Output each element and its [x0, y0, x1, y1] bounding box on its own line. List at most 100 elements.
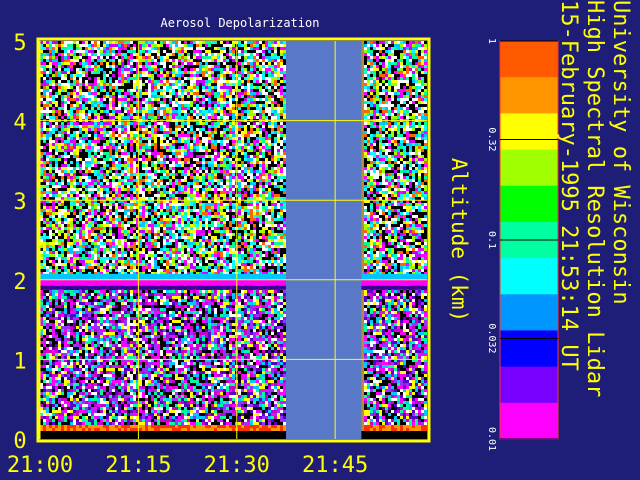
heatmap-cell — [259, 146, 262, 149]
heatmap-cell — [274, 131, 277, 134]
heatmap-cell — [160, 59, 163, 62]
heatmap-cell — [70, 185, 73, 188]
heatmap-cell — [265, 50, 268, 53]
heatmap-cell — [250, 83, 253, 86]
heatmap-cell — [148, 107, 151, 110]
heatmap-cell — [226, 110, 229, 113]
heatmap-cell — [61, 77, 64, 80]
heatmap-cell — [268, 77, 271, 80]
heatmap-cell — [133, 158, 136, 161]
heatmap-cell — [394, 53, 397, 56]
heatmap-cell — [271, 149, 274, 152]
heatmap-cell — [253, 62, 256, 65]
heatmap-cell — [46, 92, 49, 95]
heatmap-cell — [58, 62, 61, 65]
heatmap-cell — [271, 176, 274, 179]
heatmap-cell — [394, 59, 397, 62]
heatmap-cell — [385, 89, 388, 92]
heatmap-cell — [175, 86, 178, 89]
heatmap-cell — [226, 44, 229, 47]
heatmap-cell — [91, 113, 94, 116]
heatmap-cell — [106, 149, 109, 152]
heatmap-cell — [76, 137, 79, 140]
heatmap-cell — [256, 140, 259, 143]
heatmap-cell — [364, 155, 367, 158]
heatmap-cell — [205, 164, 208, 167]
heatmap-cell — [88, 89, 91, 92]
heatmap-cell — [259, 155, 262, 158]
heatmap-cell — [76, 107, 79, 110]
heatmap-cell — [373, 146, 376, 149]
heatmap-cell — [166, 77, 169, 80]
heatmap-cell — [55, 68, 58, 71]
heatmap-cell — [181, 122, 184, 125]
heatmap-cell — [409, 179, 412, 182]
heatmap-cell — [49, 62, 52, 65]
heatmap-cell — [268, 116, 271, 119]
heatmap-cell — [70, 182, 73, 185]
heatmap-cell — [145, 44, 148, 47]
heatmap-cell — [193, 77, 196, 80]
heatmap-cell — [259, 161, 262, 164]
heatmap-cell — [220, 155, 223, 158]
heatmap-cell — [229, 41, 232, 44]
heatmap-cell — [262, 143, 265, 146]
heatmap-cell — [127, 116, 130, 119]
heatmap-cell — [76, 110, 79, 113]
heatmap-cell — [109, 74, 112, 77]
heatmap-cell — [406, 155, 409, 158]
heatmap-cell — [118, 125, 121, 128]
heatmap-cell — [220, 179, 223, 182]
heatmap-cell — [130, 146, 133, 149]
heatmap-cell — [229, 128, 232, 131]
heatmap-cell — [169, 59, 172, 62]
heatmap-cell — [259, 149, 262, 152]
heatmap-cell — [232, 155, 235, 158]
heatmap-cell — [127, 71, 130, 74]
heatmap-cell — [88, 122, 91, 125]
heatmap-cell — [424, 182, 427, 185]
heatmap-cell — [79, 173, 82, 176]
heatmap-cell — [424, 137, 427, 140]
heatmap-cell — [115, 155, 118, 158]
heatmap-cell — [130, 176, 133, 179]
heatmap-cell — [271, 137, 274, 140]
heatmap-cell — [370, 89, 373, 92]
heatmap-cell — [208, 86, 211, 89]
heatmap-cell — [217, 62, 220, 65]
heatmap-cell — [400, 62, 403, 65]
heatmap-cell — [190, 179, 193, 182]
heatmap-cell — [247, 65, 250, 68]
heatmap-cell — [121, 158, 124, 161]
heatmap-cell — [76, 113, 79, 116]
heatmap-cell — [247, 44, 250, 47]
heatmap-cell — [97, 128, 100, 131]
heatmap-cell — [385, 50, 388, 53]
heatmap-cell — [70, 89, 73, 92]
heatmap-cell — [247, 86, 250, 89]
heatmap-cell — [154, 62, 157, 65]
heatmap-cell — [46, 68, 49, 71]
heatmap-cell — [76, 71, 79, 74]
heatmap-cell — [379, 92, 382, 95]
heatmap-cell — [367, 173, 370, 176]
heatmap-cell — [223, 95, 226, 98]
heatmap-cell — [106, 125, 109, 128]
heatmap-cell — [97, 173, 100, 176]
heatmap-cell — [415, 101, 418, 104]
heatmap-cell — [211, 56, 214, 59]
heatmap-cell — [73, 146, 76, 149]
heatmap-cell — [388, 92, 391, 95]
heatmap-cell — [187, 44, 190, 47]
heatmap-cell — [67, 53, 70, 56]
heatmap-cell — [415, 137, 418, 140]
heatmap-cell — [109, 113, 112, 116]
heatmap-cell — [208, 53, 211, 56]
heatmap-cell — [91, 179, 94, 182]
heatmap-cell — [208, 173, 211, 176]
heatmap-cell — [85, 71, 88, 74]
heatmap-cell — [97, 167, 100, 170]
heatmap-cell — [415, 113, 418, 116]
heatmap-cell — [268, 101, 271, 104]
heatmap-cell — [184, 80, 187, 83]
